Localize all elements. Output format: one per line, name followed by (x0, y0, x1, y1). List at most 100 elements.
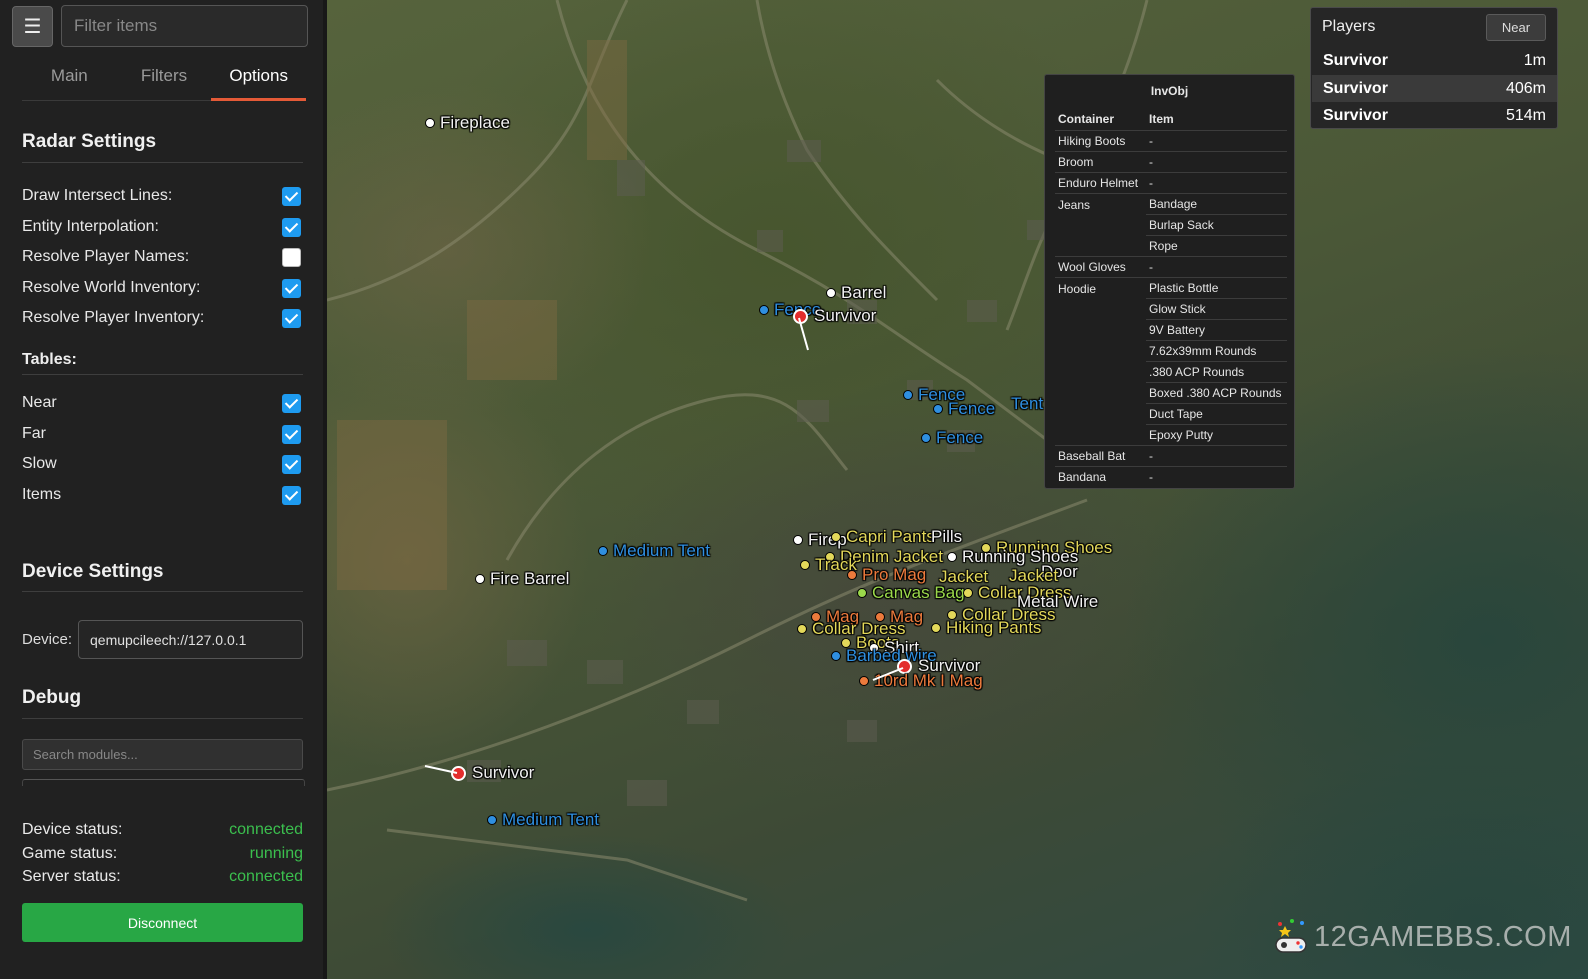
status-value: connected (229, 821, 303, 838)
column-header-container: Container (1055, 108, 1146, 131)
item-cell: - (1146, 130, 1287, 152)
player-row[interactable]: Survivor 1m (1312, 47, 1557, 74)
watermark-text: 12GAMEBBS.COM (1314, 920, 1572, 953)
players-panel: Players Near Survivor 1m Survivor 406m S… (1310, 7, 1558, 129)
container-cell: Hoodie (1055, 277, 1146, 446)
checkbox-table-items[interactable] (282, 485, 301, 505)
table-row: Hoodie Plastic Bottle (1055, 277, 1287, 446)
server-status-row: Server status: connected (22, 868, 303, 886)
table-row: Bandana - (1055, 467, 1287, 488)
near-button[interactable]: Near (1486, 14, 1546, 41)
player-name: Survivor (1323, 79, 1388, 97)
tab-filters[interactable]: Filters (117, 60, 212, 100)
player-distance: 1m (1523, 51, 1546, 69)
map-label-barrel[interactable]: Barrel (826, 284, 886, 302)
column-header-item: Item (1146, 108, 1287, 131)
invobj-panel: InvObj Container Item Hiking Boots - Broo… (1044, 74, 1295, 489)
map-label-tent-fragment[interactable]: Tent (1011, 395, 1043, 413)
player-name: Survivor (1323, 106, 1388, 124)
option-draw-intersect-lines: Draw Intersect Lines: (22, 185, 301, 207)
item-cell: Plastic Bottle (1146, 277, 1287, 299)
option-table-items: Items (22, 484, 301, 506)
invobj-title: InvObj (1150, 84, 1189, 98)
option-resolve-world-inventory: Resolve World Inventory: (22, 277, 301, 299)
divider (22, 162, 303, 163)
inventory-table: Container Item Hiking Boots - Broom - Endu… (1055, 108, 1287, 487)
radar-settings-title: Radar Settings (22, 131, 157, 152)
map-label-pills[interactable]: Pills (931, 528, 962, 546)
table-row: Enduro Helmet - (1055, 172, 1287, 194)
container-cell: Wool Gloves (1055, 256, 1146, 278)
search-modules-input[interactable] (22, 739, 303, 770)
map-label-fireplace[interactable]: Fireplace (425, 114, 510, 132)
item-cell: Duct Tape (1146, 403, 1287, 425)
checkbox-table-far[interactable] (282, 424, 301, 444)
item-cell: Epoxy Putty (1146, 424, 1287, 446)
menu-button[interactable]: ☰ (12, 6, 53, 47)
tab-options[interactable]: Options (211, 60, 306, 101)
table-row: Baseball Bat - (1055, 445, 1287, 467)
device-input[interactable] (78, 620, 303, 659)
option-table-near: Near (22, 392, 301, 414)
table-row: Jeans Bandage (1055, 193, 1287, 257)
container-cell: Jeans (1055, 193, 1146, 257)
container-cell: Baseball Bat (1055, 445, 1146, 467)
map-label-capri-pants[interactable]: Capri Pants (831, 528, 935, 546)
container-cell: Hiking Boots (1055, 130, 1146, 152)
checkbox-table-near[interactable] (282, 393, 301, 413)
option-table-slow: Slow (22, 453, 301, 475)
container-cell: Enduro Helmet (1055, 172, 1146, 194)
status-value: connected (229, 868, 303, 885)
players-title: Players (1322, 18, 1376, 35)
map-label-medium-tent[interactable]: Medium Tent (598, 542, 710, 560)
divider (22, 374, 303, 375)
item-cell: - (1146, 172, 1287, 194)
checkbox-table-slow[interactable] (282, 454, 301, 474)
checkbox-entity-interpolation[interactable] (282, 217, 301, 237)
map-label-fence[interactable]: Fence (921, 429, 983, 447)
tab-main[interactable]: Main (22, 60, 117, 100)
device-settings-title: Device Settings (22, 561, 164, 582)
map-label-canvas-bag[interactable]: Canvas Bag (857, 584, 965, 602)
map-label-fence[interactable]: Fence (933, 400, 995, 418)
filter-items-input[interactable] (61, 5, 308, 47)
module-list[interactable] (22, 779, 305, 786)
checkbox-resolve-player-names[interactable] (282, 247, 301, 267)
item-cell: - (1146, 151, 1287, 173)
player-marker-survivor[interactable]: Survivor (451, 764, 534, 782)
map-label-medium-tent[interactable]: Medium Tent (487, 811, 599, 829)
player-marker-survivor[interactable]: Survivor (793, 307, 876, 325)
device-row: Device: (22, 620, 303, 659)
item-cell: .380 ACP Rounds (1146, 361, 1287, 383)
option-label: Items (22, 486, 62, 503)
map-label-hiking-pants[interactable]: Hiking Pants (931, 619, 1041, 637)
checkbox-resolve-player-inventory[interactable] (282, 308, 301, 328)
sidebar: ☰ Main Filters Options Radar Settings Dr… (0, 0, 327, 979)
tab-bar: Main Filters Options (22, 60, 306, 101)
player-name: Survivor (1323, 51, 1388, 69)
checkbox-draw-intersect-lines[interactable] (282, 186, 301, 206)
map-label-fire-barrel[interactable]: Fire Barrel (475, 570, 569, 588)
table-row: Broom - (1055, 151, 1287, 173)
map-label-pro-mag[interactable]: Pro Mag (847, 566, 926, 584)
tables-title: Tables: (22, 351, 77, 368)
item-cell: - (1149, 470, 1153, 484)
option-label: Resolve World Inventory: (22, 279, 201, 296)
option-label: Draw Intersect Lines: (22, 187, 173, 204)
divider (22, 591, 303, 592)
disconnect-button[interactable]: Disconnect (22, 903, 303, 942)
radar-map[interactable]: Fireplace Barrel Fence Survivor Fence Fe… (327, 0, 1588, 979)
item-cell: - (1146, 256, 1287, 278)
map-terrain (327, 0, 1149, 902)
player-row[interactable]: Survivor 514m (1312, 102, 1557, 129)
player-distance: 514m (1505, 106, 1546, 124)
debug-title: Debug (22, 687, 82, 708)
checkbox-resolve-world-inventory[interactable] (282, 278, 301, 298)
status-label: Device status: (22, 821, 123, 838)
map-label-10rd-mag[interactable]: 10rd Mk I Mag (859, 672, 983, 690)
option-label: Far (22, 425, 46, 442)
player-row[interactable]: Survivor 406m (1312, 75, 1557, 102)
option-table-far: Far (22, 423, 301, 445)
status-label: Server status: (22, 868, 121, 885)
status-label: Game status: (22, 845, 118, 862)
